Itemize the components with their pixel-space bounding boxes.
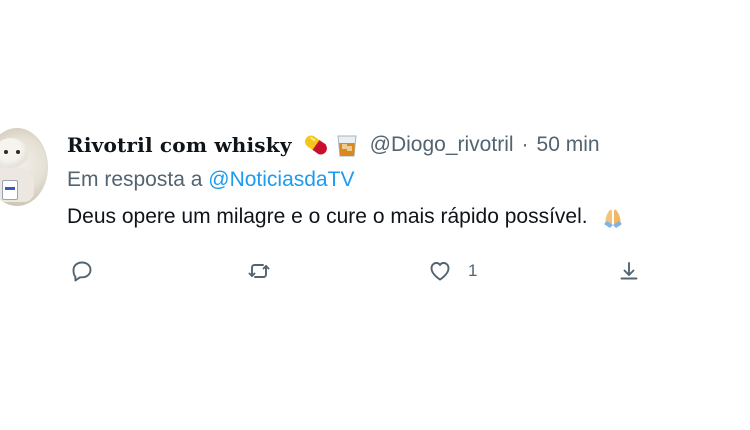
user-handle[interactable]: @Diogo_rivotril: [370, 133, 514, 157]
reply-context: Em resposta a @NoticiasdaTV: [67, 168, 354, 192]
tweet-timestamp[interactable]: 50 min: [537, 133, 600, 157]
tweet[interactable]: Rivotril com whisky @Diogo_rivotril · 50…: [0, 0, 750, 430]
tweet-text-content: Deus opere um milagre e o cure o mais rá…: [67, 205, 588, 228]
retweet-icon: [248, 264, 270, 278]
tweet-header: Rivotril com whisky @Diogo_rivotril · 50…: [67, 131, 600, 159]
tumbler-glass-emoji: [336, 132, 358, 158]
tweet-text: Deus opere um milagre e o cure o mais rá…: [67, 204, 626, 230]
share-icon: [620, 262, 638, 280]
reply-prefix: Em resposta a: [67, 168, 203, 191]
like-count: 1: [468, 261, 478, 280]
folded-hands-emoji: [600, 204, 626, 230]
avatar[interactable]: [0, 128, 48, 206]
like-button[interactable]: 1: [428, 256, 477, 286]
display-name[interactable]: Rivotril com whisky: [67, 133, 292, 157]
separator-dot: ·: [521, 133, 529, 156]
reply-button[interactable]: [70, 256, 94, 286]
pill-emoji: [300, 132, 332, 158]
heart-icon: [430, 262, 450, 281]
avatar-dog-eye: [4, 150, 8, 154]
avatar-bottle: [2, 180, 18, 200]
share-button[interactable]: [617, 256, 641, 286]
avatar-dog-eye: [16, 150, 20, 154]
reply-to-link[interactable]: @NoticiasdaTV: [208, 168, 354, 191]
retweet-button[interactable]: [247, 256, 271, 286]
reply-icon: [72, 261, 92, 282]
